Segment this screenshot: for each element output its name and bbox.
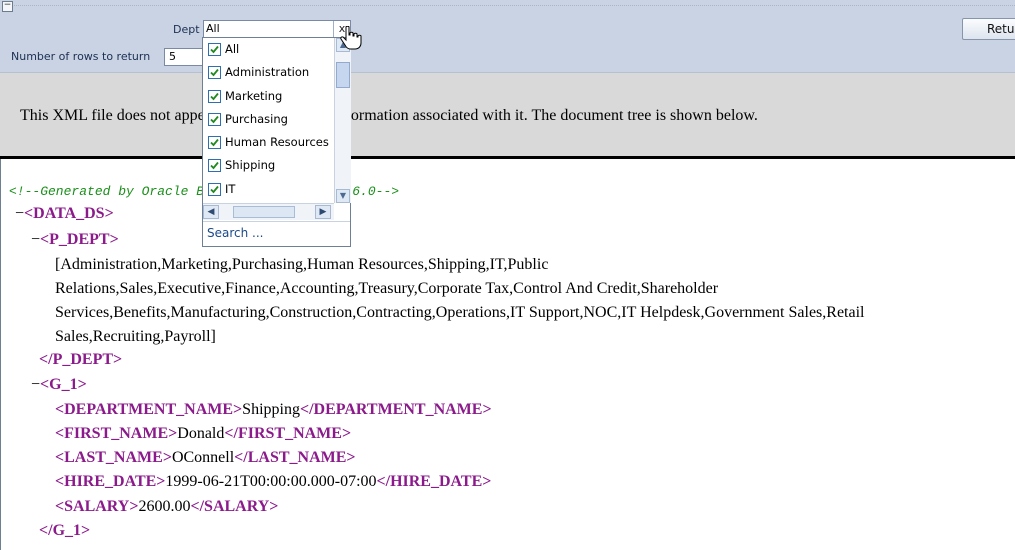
checkbox-checked-icon[interactable] (208, 159, 221, 173)
checkbox-checked-icon[interactable] (208, 89, 221, 103)
collapse-icon[interactable]: − (31, 231, 40, 248)
tag-name: DATA_DS (33, 205, 105, 222)
horizontal-scrollbar[interactable]: ◀ ▶ (203, 203, 334, 220)
divider (14, 5, 1015, 6)
xml-field-hire-date: <HIRE_DATE>1999-06-21T00:00:00.000-07:00… (55, 473, 492, 490)
p-dept-value-line: Relations,Sales,Executive,Finance,Accoun… (55, 280, 719, 297)
dept-dropdown: All Administration Marketing Purchasing Huma… (202, 37, 351, 247)
dept-option-list: All Administration Marketing Purchasing Huma… (203, 38, 334, 203)
field-value: Shipping (242, 401, 300, 418)
tag-name: G_1 (52, 522, 82, 539)
xml-info-text: This XML file does not appear to have an… (20, 107, 758, 124)
xml-tree: <!--Generated by Oracle BI Publisher 11.… (0, 159, 1015, 550)
dept-option[interactable]: Purchasing (203, 108, 334, 131)
vertical-scrollbar[interactable]: ▲ ▼ (334, 38, 351, 203)
xml-node-data-ds-open[interactable]: −<DATA_DS> (15, 205, 114, 223)
rows-input-value: 5 (169, 50, 176, 63)
xml-field-last-name: <LAST_NAME>OConnell</LAST_NAME> (55, 449, 356, 466)
search-link[interactable]: Search ... (203, 221, 350, 245)
collapse-icon[interactable]: − (31, 376, 40, 393)
xml-field-department-name: <DEPARTMENT_NAME>Shipping</DEPARTMENT_NA… (55, 401, 492, 418)
scrollbar-thumb[interactable] (233, 206, 295, 218)
dept-option[interactable]: Marketing (203, 85, 334, 108)
rows-label: Number of rows to return (11, 50, 151, 63)
p-dept-value-line: [Administration,Marketing,Purchasing,Hum… (55, 256, 549, 273)
scrollbar-thumb[interactable] (336, 62, 350, 88)
dept-option-label: Human Resources (225, 135, 329, 150)
xml-info-band: This XML file does not appear to have an… (0, 73, 1015, 159)
scroll-right-icon[interactable]: ▶ (315, 205, 331, 219)
tag-name: P_DEPT (49, 231, 110, 248)
xml-node-p-dept-close: </P_DEPT> (39, 351, 123, 368)
checkbox-checked-icon[interactable] (208, 66, 221, 80)
return-button[interactable]: Return (962, 18, 1015, 40)
collapse-toggle[interactable]: − (2, 1, 13, 12)
dept-select-value: All (206, 22, 220, 35)
field-value: Donald (177, 425, 225, 442)
hand-cursor-icon (340, 26, 362, 50)
dept-option-label: All (225, 42, 240, 56)
xml-node-g1-close: </G_1> (39, 522, 91, 539)
field-value: 2600.00 (138, 498, 191, 515)
dept-option[interactable]: All (203, 38, 334, 61)
rows-input[interactable]: 5 (164, 48, 204, 66)
checkbox-checked-icon[interactable] (208, 182, 221, 196)
xml-node-g1-open[interactable]: −<G_1> (31, 376, 87, 394)
return-button-label: Return (987, 22, 1015, 36)
tag-name: G_1 (49, 376, 78, 393)
tag-name: P_DEPT (52, 351, 114, 368)
parameter-bar: − Dept All x Number of rows to return 5 … (0, 0, 1015, 73)
checkbox-checked-icon[interactable] (208, 112, 221, 126)
checkbox-checked-icon[interactable] (208, 136, 221, 150)
dept-option[interactable]: Human Resources (203, 131, 334, 154)
field-value: OConnell (171, 449, 235, 466)
dept-option-label: Marketing (225, 88, 283, 103)
scroll-left-icon[interactable]: ◀ (203, 205, 219, 219)
xml-field-salary: <SALARY>2600.00</SALARY> (55, 498, 279, 515)
collapse-icon[interactable]: − (15, 205, 24, 222)
dept-option[interactable]: Administration (203, 61, 334, 84)
dept-option-label: Purchasing (225, 111, 288, 126)
dept-label: Dept (173, 23, 200, 36)
dept-option-label: IT (225, 181, 236, 196)
dept-option[interactable]: Shipping (203, 154, 334, 177)
p-dept-value-line: Sales,Recruiting,Payroll] (55, 328, 216, 345)
dept-option[interactable]: IT (203, 178, 334, 201)
checkbox-checked-icon[interactable] (208, 43, 221, 56)
dept-option-label: Administration (225, 65, 310, 80)
dept-select[interactable]: All x (203, 20, 351, 38)
dept-option-label: Shipping (225, 158, 276, 173)
xml-field-first-name: <FIRST_NAME>Donald</FIRST_NAME> (55, 425, 352, 442)
p-dept-value-line: Services,Benefits,Manufacturing,Construc… (55, 304, 865, 321)
field-value: 1999-06-21T00:00:00.000-07:00 (165, 473, 377, 490)
scroll-down-icon[interactable]: ▼ (336, 189, 350, 203)
xml-node-p-dept-open[interactable]: −<P_DEPT> (31, 231, 119, 249)
